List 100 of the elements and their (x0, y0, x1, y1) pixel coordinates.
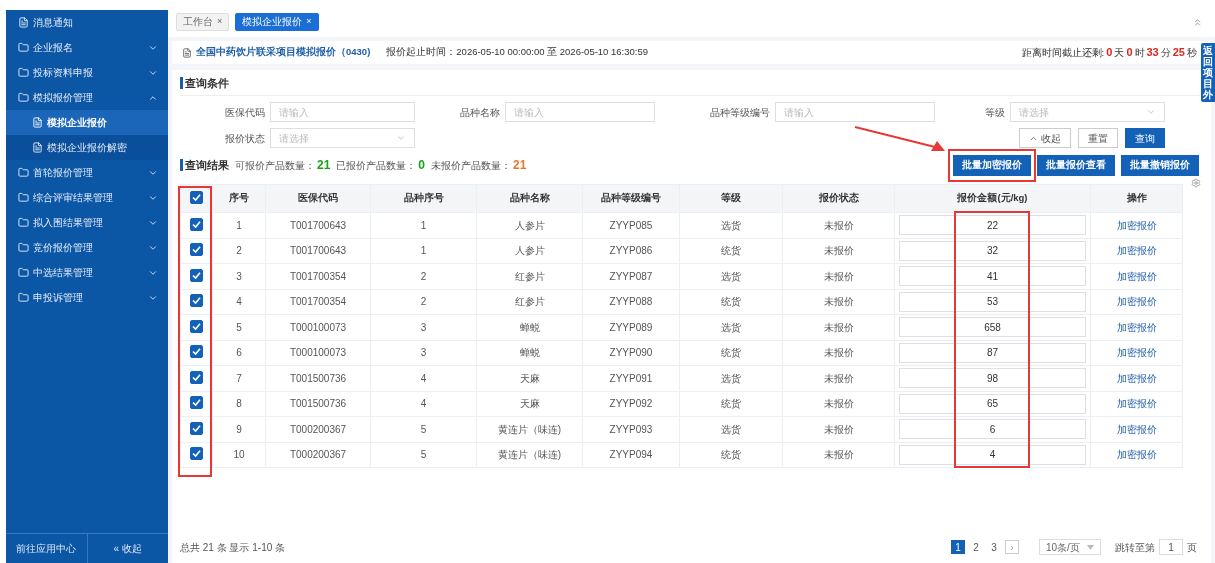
table-cell: ZYYP091 (609, 372, 653, 384)
sidebar-subitem[interactable]: 模拟企业报价 (6, 110, 168, 135)
stat-value: 21 (513, 157, 527, 174)
page-size-select[interactable]: 10条/页 (1039, 539, 1101, 555)
table-cell: 4 (236, 296, 242, 308)
table-cell: 黄连片（味连) (497, 449, 562, 461)
table-cell: ZYYP093 (609, 423, 653, 435)
table-cell: 未报价 (823, 372, 854, 384)
price-input[interactable]: 53 (899, 291, 1086, 312)
table-cell: 2 (236, 245, 242, 257)
sidebar-item[interactable]: 投标资料申报 (6, 60, 168, 85)
table-cell: T001700354 (289, 296, 347, 308)
folder-icon (18, 167, 29, 178)
table-cell: ZYYP089 (609, 321, 653, 333)
batch-button[interactable]: 批量加密报价 (953, 154, 1031, 176)
checkbox[interactable] (190, 191, 203, 204)
checkbox[interactable] (190, 294, 203, 308)
batch-button[interactable]: 批量报价查看 (1037, 154, 1115, 176)
field-label: 品种等级编号 (709, 105, 771, 120)
table-cell: 5 (236, 321, 242, 333)
table-cell: T000100073 (289, 347, 347, 359)
tab[interactable]: 工作台 × (176, 13, 230, 31)
table-cell: 10 (233, 449, 245, 461)
table-cell: 1 (420, 219, 427, 231)
reset-button[interactable]: 重置 (1078, 128, 1118, 148)
sidebar-item[interactable]: 竞价报价管理 (6, 235, 168, 260)
table-cell: 天麻 (519, 372, 540, 384)
page-button[interactable]: 2 (969, 540, 983, 554)
sidebar-item[interactable]: 拟入围结果管理 (6, 210, 168, 235)
sidebar-item[interactable]: 首轮报价管理 (6, 160, 168, 185)
table-cell: 统货 (721, 347, 741, 359)
price-input[interactable]: 98 (899, 368, 1086, 389)
price-input[interactable]: 32 (899, 240, 1086, 261)
collapse-button[interactable]: 收起 (1019, 128, 1071, 148)
back-side-tab[interactable]: 返回项目外 (1201, 43, 1215, 102)
table-cell: 5 (420, 449, 427, 461)
checkbox[interactable] (190, 217, 203, 231)
table-cell: 未报价 (823, 245, 854, 257)
table-cell: 未报价 (823, 296, 854, 308)
table-cell: T001500736 (289, 372, 347, 384)
sidebar-item[interactable]: 模拟报价管理 (6, 85, 168, 110)
checkbox[interactable] (190, 268, 203, 282)
field-label: 报价状态 (224, 131, 266, 146)
price-input[interactable]: 87 (899, 342, 1086, 363)
table-cell: 1 (236, 219, 242, 231)
table-cell: ZYYP085 (609, 219, 653, 231)
tab[interactable]: 模拟企业报价 × (235, 13, 319, 31)
table-cell: 8 (236, 398, 242, 410)
price-input[interactable]: 41 (899, 266, 1086, 287)
batch-button[interactable]: 批量撤销报价 (1121, 154, 1199, 176)
folder-icon (18, 242, 29, 253)
search-button[interactable]: 查询 (1125, 128, 1165, 148)
table-cell: 未报价 (823, 398, 854, 410)
price-input[interactable]: 65 (899, 393, 1086, 414)
price-input[interactable]: 6 (899, 419, 1086, 440)
table-cell: 选货 (721, 219, 741, 231)
table-cell: 天麻 (519, 398, 540, 410)
table-cell: 3 (236, 270, 242, 282)
sidebar-item[interactable]: 综合评审结果管理 (6, 185, 168, 210)
page-button[interactable]: 3 (987, 540, 1001, 554)
jump-suffix: 页 (1187, 540, 1197, 555)
price-input[interactable]: 22 (899, 215, 1086, 236)
sidebar-item[interactable]: 中选结果管理 (6, 260, 168, 285)
sidebar-footer-button[interactable]: « 收起 (87, 534, 168, 563)
page-jump-input[interactable]: 1 (1159, 539, 1183, 555)
checkbox[interactable] (190, 447, 203, 461)
table-cell: T001500736 (289, 398, 347, 410)
table-cell: 选货 (721, 270, 741, 282)
pagination-summary: 总共 21 条 显示 1-10 条 (180, 540, 286, 555)
folder-icon (18, 67, 29, 78)
checkbox[interactable] (190, 319, 203, 333)
page-button[interactable]: 1 (951, 540, 965, 554)
checkbox[interactable] (190, 370, 203, 384)
table-cell: 9 (236, 423, 242, 435)
table-cell: 4 (420, 398, 427, 410)
table-cell: 未报价 (823, 321, 854, 333)
column-header: 品种等级编号 (601, 192, 661, 204)
sidebar-subitem[interactable]: 模拟企业报价解密 (6, 135, 168, 160)
table-cell: 红参片 (514, 296, 545, 308)
document-icon (182, 47, 192, 58)
price-input[interactable]: 4 (899, 444, 1086, 465)
checkbox[interactable] (190, 243, 203, 257)
sidebar-item[interactable]: 消息通知 (6, 10, 168, 35)
document-icon (32, 117, 43, 128)
field-label: 医保代码 (224, 105, 266, 120)
column-header: 品种序号 (403, 192, 444, 204)
table-cell: 选货 (721, 372, 741, 384)
table-cell: 5 (420, 423, 427, 435)
folder-icon (18, 92, 29, 103)
table-cell: 1 (420, 245, 427, 257)
sidebar-item[interactable]: 企业报名 (6, 35, 168, 60)
table-cell: 未报价 (823, 423, 854, 435)
sidebar-footer-button[interactable]: 前往应用中心 (6, 534, 88, 563)
price-input[interactable]: 658 (899, 317, 1086, 338)
sidebar-item[interactable]: 申投诉管理 (6, 285, 168, 310)
checkbox[interactable] (190, 396, 203, 410)
checkbox[interactable] (190, 345, 203, 359)
table-cell: 蝉蜕 (519, 321, 540, 333)
table-cell: 未报价 (823, 219, 854, 231)
checkbox[interactable] (190, 421, 203, 435)
